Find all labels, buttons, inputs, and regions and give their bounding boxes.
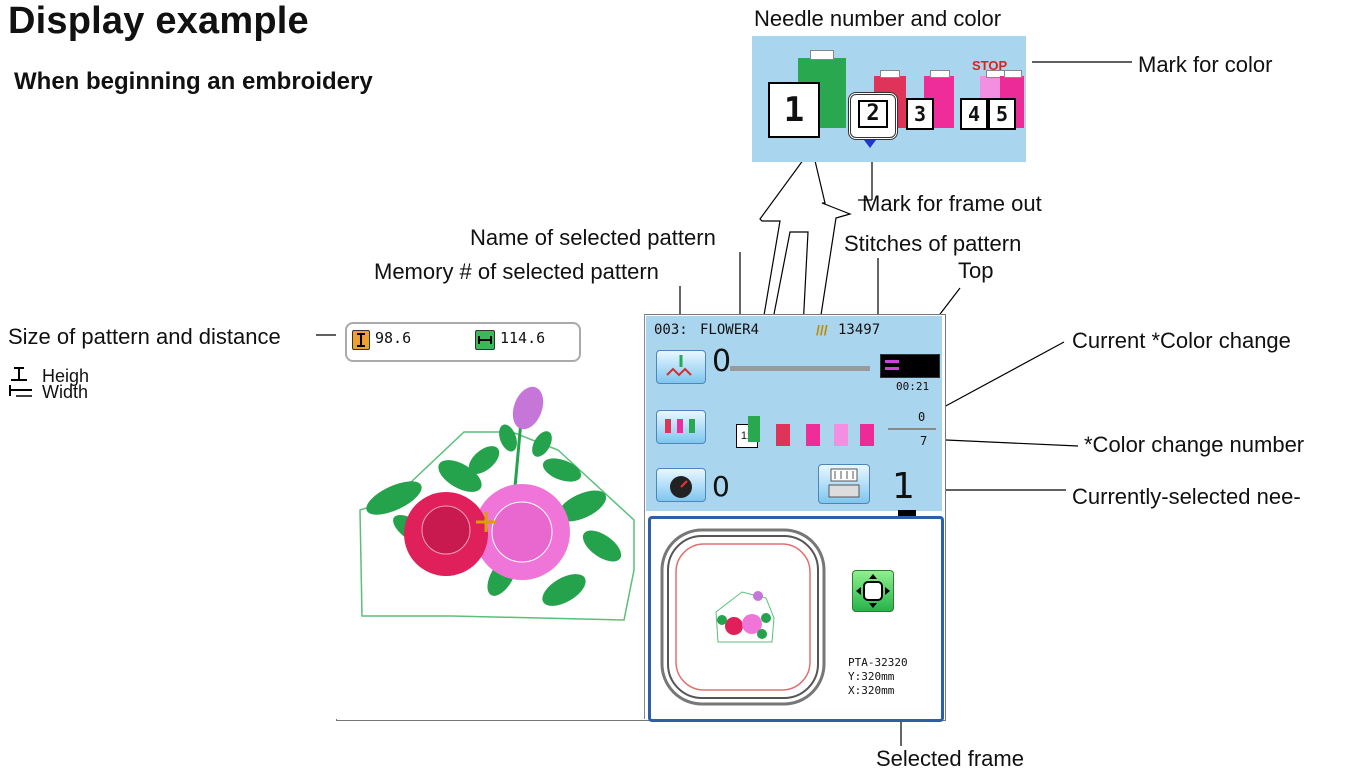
width-icon (475, 330, 495, 350)
color-seq-pink-1 (806, 424, 820, 446)
frame-out-marker-icon (864, 140, 876, 148)
color-seq-pink-2 (834, 424, 848, 446)
frame-name: PTA-32320 (848, 656, 908, 669)
stitches-icon: /// (816, 322, 828, 338)
frame-x: X:320mm (848, 684, 895, 697)
speed-button[interactable] (656, 468, 706, 502)
needle-color-panel: 1 2 3 STOP 4 (752, 36, 1026, 162)
needle-2-number: 2 (858, 100, 888, 128)
height-icon (352, 330, 370, 350)
color-change-divider (888, 428, 936, 430)
stitch-progress-bar (730, 366, 870, 371)
needle-3-number: 3 (906, 98, 934, 130)
color-seq-green (748, 416, 760, 442)
stop-mark: STOP (972, 58, 1008, 73)
selected-needle: 1 (892, 466, 915, 507)
height-value: 98.6 (375, 329, 412, 347)
needle-4-number: 4 (960, 98, 988, 130)
color-change-button[interactable] (656, 410, 706, 444)
stitch-count: 0 (712, 344, 732, 379)
needle-5-number: 5 (988, 98, 1016, 130)
needle-1-number: 1 (768, 82, 820, 138)
frame-outline (660, 528, 826, 706)
stitches-value: 13497 (838, 322, 881, 338)
rose-pattern-image (359, 386, 635, 621)
color-seq-red (776, 424, 790, 446)
color-change-current: 0 (918, 410, 926, 424)
frame-move-button[interactable] (852, 570, 894, 612)
color-seq-pink-3 (860, 424, 874, 446)
width-value: 114.6 (500, 329, 546, 347)
elapsed-time: 00:21 (896, 380, 930, 393)
frame-y: Y:320mm (848, 670, 895, 683)
color-change-total: 7 (920, 434, 928, 448)
top-mark (880, 354, 940, 378)
pattern-memory: 003: (654, 322, 688, 338)
pattern-name: FLOWER4 (700, 322, 760, 338)
stitch-forward-back-button[interactable] (656, 350, 706, 384)
speed-value: 0 (712, 470, 730, 503)
needle-bar-button[interactable] (818, 464, 870, 504)
